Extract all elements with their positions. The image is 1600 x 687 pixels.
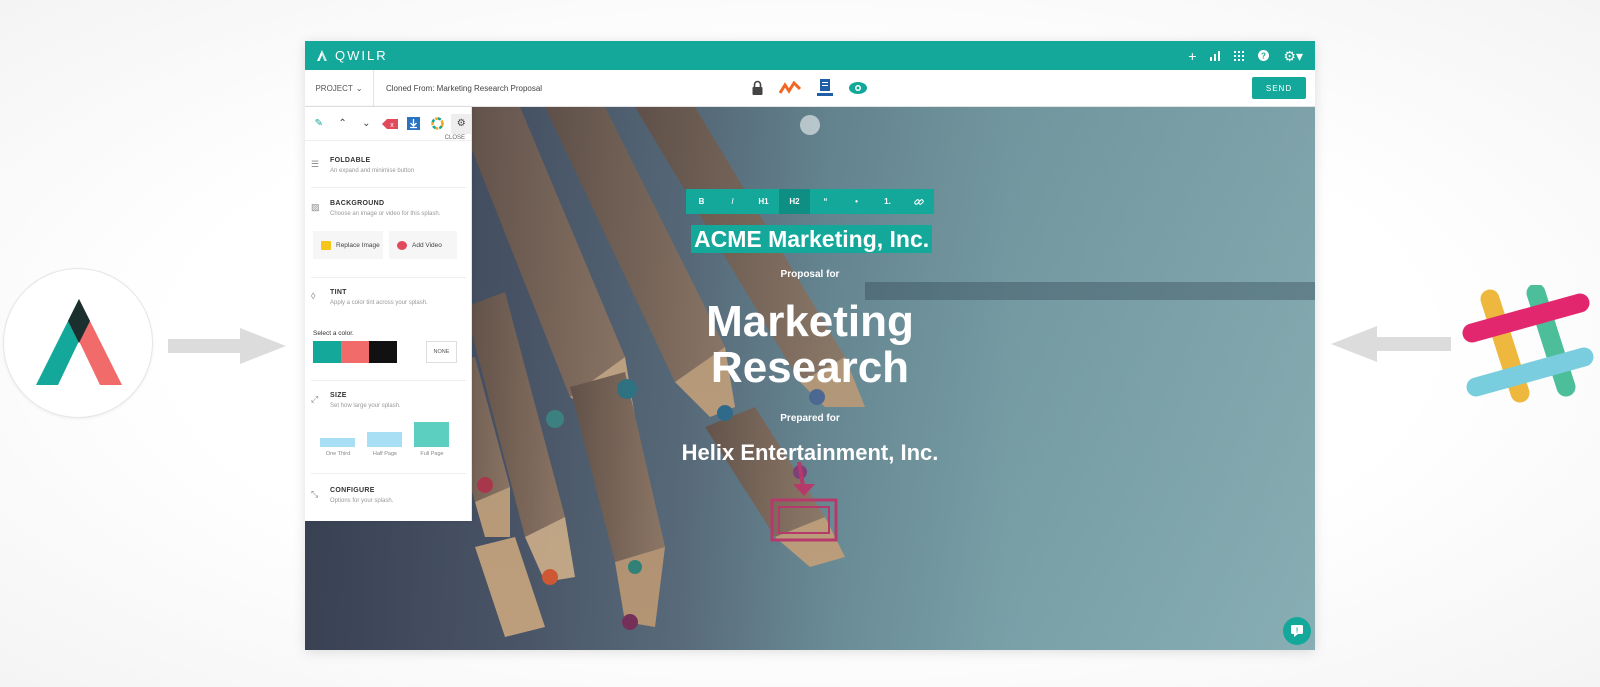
bullet-list-button[interactable]: • <box>841 189 872 214</box>
chat-button[interactable]: ! <box>1283 617 1311 645</box>
configure-title: CONFIGURE <box>330 487 375 494</box>
replace-image-button[interactable]: Replace Image <box>313 231 383 259</box>
swatch-white[interactable] <box>397 341 425 363</box>
pencil-icon[interactable]: ✎ <box>309 114 329 134</box>
size-full-page-label: Full Page <box>420 451 444 457</box>
qwilr-small-icon <box>317 50 327 61</box>
size-full-page-option[interactable] <box>414 422 449 447</box>
size-desc: Set how large your splash. <box>330 403 401 409</box>
company-heading[interactable]: ACME Marketing, Inc. <box>691 225 933 253</box>
app-topbar: QWILR + ? ⚙▾ <box>305 41 1315 70</box>
app-window: QWILR + ? ⚙▾ PROJECT ⌄ Cloned From: Mark… <box>305 41 1315 650</box>
video-icon <box>397 240 407 250</box>
left-arrow-icon <box>1331 326 1451 362</box>
replace-image-label: Replace Image <box>336 241 380 249</box>
add-video-label: Add Video <box>412 241 442 249</box>
chevron-down-icon[interactable]: ⌄ <box>356 114 376 134</box>
size-one-third-option[interactable] <box>320 438 355 447</box>
brand[interactable]: QWILR <box>317 48 388 63</box>
swatch-coral[interactable] <box>341 341 369 363</box>
settings-gear-icon[interactable]: ⚙ <box>451 113 472 134</box>
divider <box>311 277 466 278</box>
cloned-from-text: Cloned From: Marketing Research Proposal <box>386 83 543 93</box>
tint-desc: Apply a color tint across your splash. <box>330 300 428 306</box>
stats-icon[interactable] <box>1210 49 1221 63</box>
stage: QWILR + ? ⚙▾ PROJECT ⌄ Cloned From: Mark… <box>0 0 1600 687</box>
foldable-title: FOLDABLE <box>330 157 371 164</box>
delete-icon[interactable]: x <box>380 114 400 134</box>
plus-icon[interactable]: + <box>1188 49 1196 63</box>
qwilr-logo-icon <box>36 299 122 385</box>
svg-text:x: x <box>390 122 394 129</box>
brand-name: QWILR <box>335 48 388 63</box>
text-format-toolbar: B I H1 H2 “ • 1. <box>686 189 934 214</box>
divider <box>311 473 466 474</box>
size-one-third-label: One Third <box>325 451 351 457</box>
project-label: PROJECT <box>315 83 353 93</box>
divider <box>311 380 466 381</box>
foldable-desc: An expand and minimise button <box>330 168 415 174</box>
replace-image-icon <box>321 240 331 250</box>
configure-desc: Options for your splash. <box>330 498 394 504</box>
droplet-icon: ◊ <box>311 291 316 301</box>
right-arrow-icon <box>168 328 286 364</box>
add-video-button[interactable]: Add Video <box>389 231 457 259</box>
splash-settings-panel: ✎ ⌃ ⌄ x ⚙ CLOSE ☰ FOLDABLE An expand and… <box>305 107 472 521</box>
swatch-black[interactable] <box>369 341 397 363</box>
qwilr-logo <box>3 268 153 418</box>
divider <box>311 187 466 188</box>
download-icon[interactable] <box>404 114 424 134</box>
italic-button[interactable]: I <box>717 189 748 214</box>
grid-icon[interactable] <box>1234 49 1245 63</box>
h1-button[interactable]: H1 <box>748 189 779 214</box>
document-icon[interactable] <box>817 79 833 101</box>
project-dropdown[interactable]: PROJECT ⌄ <box>305 70 374 106</box>
slack-logo-icon <box>1462 285 1594 403</box>
bold-button[interactable]: B <box>686 189 717 214</box>
background-title: BACKGROUND <box>330 200 385 207</box>
svg-text:?: ? <box>1261 51 1266 60</box>
tv-icon <box>770 462 838 542</box>
lock-icon[interactable] <box>752 80 763 100</box>
swatch-teal[interactable] <box>313 341 341 363</box>
tint-title: TINT <box>330 289 347 296</box>
close-button[interactable]: CLOSE <box>445 135 465 141</box>
svg-text:!: ! <box>1296 628 1298 635</box>
numbered-list-button[interactable]: 1. <box>872 189 903 214</box>
link-icon[interactable] <box>903 189 934 214</box>
image-icon: ▨ <box>311 202 320 212</box>
size-title: SIZE <box>330 392 347 399</box>
foldable-icon: ☰ <box>311 159 320 169</box>
none-color-button[interactable]: NONE <box>426 341 457 363</box>
chevron-down-icon: ⌄ <box>355 83 363 93</box>
quote-button[interactable]: “ <box>810 189 841 214</box>
eye-icon[interactable] <box>849 81 867 99</box>
size-half-page-label: Half Page <box>372 451 398 457</box>
send-button[interactable]: SEND <box>1252 77 1306 99</box>
background-desc: Choose an image or video for this splash… <box>330 211 441 217</box>
configure-icon: ⤡ <box>311 489 319 499</box>
color-wheel-icon[interactable] <box>428 114 448 134</box>
select-color-label: Select a color. <box>313 330 354 337</box>
editor-toolbar: PROJECT ⌄ Cloned From: Marketing Researc… <box>305 70 1315 107</box>
drag-handle[interactable] <box>800 115 820 135</box>
chevron-up-icon[interactable]: ⌃ <box>333 114 353 134</box>
help-icon[interactable]: ? <box>1258 49 1270 63</box>
h2-button[interactable]: H2 <box>779 189 810 214</box>
activity-icon[interactable] <box>778 80 802 100</box>
size-half-page-option[interactable] <box>367 432 402 447</box>
resize-icon: ⤢ <box>311 394 319 404</box>
gear-icon[interactable]: ⚙▾ <box>1283 49 1303 63</box>
